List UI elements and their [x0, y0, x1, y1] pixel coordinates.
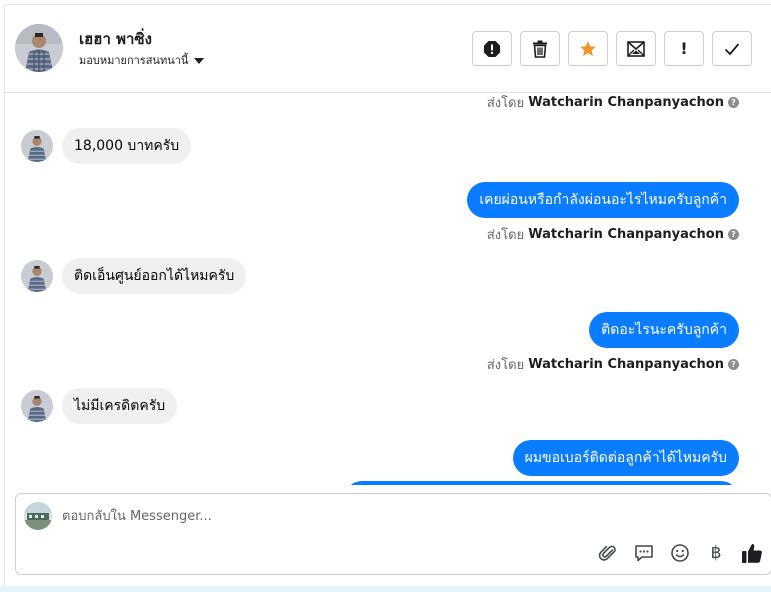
mark-done-button[interactable] — [712, 31, 752, 66]
contact-avatar-small[interactable] — [21, 260, 53, 292]
like-button[interactable] — [741, 542, 763, 564]
contact-name: เฮฮา พาซิ่ง — [79, 30, 152, 48]
sent-by-line: ส่งโดย Watcharin Chanpanyachon ? — [487, 354, 739, 375]
check-icon — [724, 42, 740, 55]
message-bubble-outgoing[interactable]: ติดอะไรนะครับลูกค้า — [589, 312, 739, 348]
agent-name[interactable]: Watcharin Chanpanyachon — [528, 357, 724, 372]
bottom-strip — [0, 586, 771, 592]
contact-avatar-small[interactable] — [21, 390, 53, 422]
help-icon[interactable]: ? — [728, 97, 739, 108]
sent-by-prefix: ส่งโดย — [486, 228, 525, 243]
delete-button[interactable] — [520, 31, 560, 66]
sent-by-line: ส่งโดย Watcharin Chanpanyachon ? — [487, 93, 739, 113]
message-row-incoming: ไม่มีเครดิตครับ — [21, 388, 178, 424]
message-bubble-incoming[interactable]: 18,000 บาทครับ — [62, 128, 192, 164]
page-avatar — [24, 502, 52, 530]
composer-tools: ฿ — [597, 542, 763, 564]
message-row-incoming: ติดเอ็นศูนย์ออกได้ไหมครับ — [21, 258, 247, 294]
smiley-icon — [671, 544, 689, 562]
chat-bubble-icon — [635, 545, 653, 562]
star-icon — [580, 40, 596, 56]
contact-avatar-small[interactable] — [21, 130, 53, 162]
thumbs-up-icon — [742, 543, 762, 563]
help-icon[interactable]: ? — [728, 359, 739, 370]
help-icon[interactable]: ? — [728, 229, 739, 240]
reply-composer: ฿ — [15, 493, 771, 575]
assign-label: มอบหมายการสนทนานี้ — [79, 54, 189, 67]
sent-by-prefix: ส่งโดย — [486, 96, 525, 111]
follow-up-icon: ! — [680, 39, 688, 58]
agent-name[interactable]: Watcharin Chanpanyachon — [528, 227, 724, 242]
paperclip-icon — [598, 545, 616, 561]
mark-unread-button[interactable] — [616, 31, 656, 66]
saved-replies-button[interactable] — [633, 542, 655, 564]
message-bubble-outgoing-partial[interactable] — [344, 481, 739, 485]
assign-conversation-dropdown[interactable]: มอบหมายการสนทนานี้ — [79, 51, 205, 69]
message-bubble-outgoing[interactable]: ผมขอเบอร์ติดต่อลูกค้าได้ไหมครับ — [512, 440, 739, 476]
attach-button[interactable] — [597, 542, 619, 564]
sent-by-prefix: ส่งโดย — [486, 358, 525, 373]
spam-button[interactable] — [472, 31, 512, 66]
conversation-actions: ! — [472, 31, 752, 66]
message-list[interactable]: ส่งโดย Watcharin Chanpanyachon ? 18,000 … — [5, 93, 771, 485]
follow-up-button[interactable]: ! — [664, 31, 704, 66]
message-bubble-incoming[interactable]: ติดเอ็นศูนย์ออกได้ไหมครับ — [62, 258, 247, 294]
emoji-button[interactable] — [669, 542, 691, 564]
mark-unread-icon — [627, 40, 645, 57]
contact-avatar[interactable] — [15, 24, 63, 72]
message-bubble-outgoing[interactable]: เคยผ่อนหรือกำลังผ่อนอะไรไหมครับลูกค้า — [467, 182, 739, 218]
star-button[interactable] — [568, 31, 608, 66]
caret-down-icon — [194, 57, 205, 64]
conversation-header: เฮฮา พาซิ่ง มอบหมายการสนทนานี้ ! — [5, 5, 771, 93]
conversation-panel: เฮฮา พาซิ่ง มอบหมายการสนทนานี้ ! ส่งโดย … — [4, 4, 771, 586]
baht-icon: ฿ — [710, 543, 722, 563]
agent-name[interactable]: Watcharin Chanpanyachon — [528, 95, 724, 110]
reply-input[interactable] — [62, 504, 742, 528]
message-bubble-incoming[interactable]: ไม่มีเครดิตครับ — [62, 388, 178, 424]
sent-by-line: ส่งโดย Watcharin Chanpanyachon ? — [487, 224, 739, 245]
message-row-incoming: 18,000 บาทครับ — [21, 128, 192, 164]
payment-button[interactable]: ฿ — [705, 542, 727, 564]
trash-icon — [533, 40, 547, 58]
spam-icon — [484, 40, 500, 57]
